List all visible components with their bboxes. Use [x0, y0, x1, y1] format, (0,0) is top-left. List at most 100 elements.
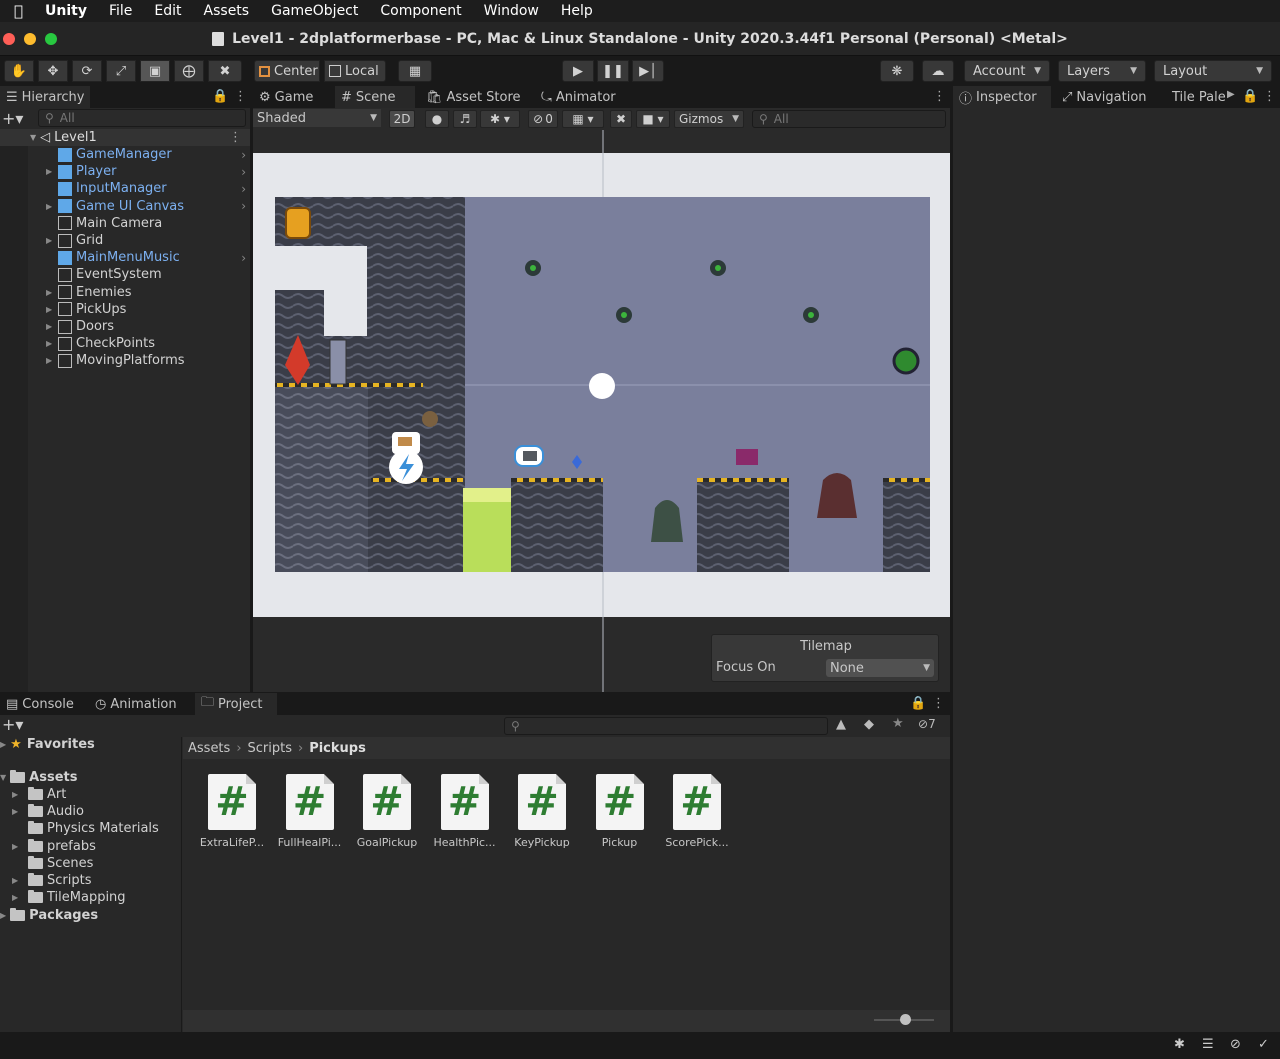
grid-visibility-icon[interactable]: ▦ ▾ — [562, 110, 604, 128]
tab-console[interactable]: ▤ Console — [0, 693, 90, 715]
pause-button[interactable]: ❚❚ — [597, 60, 629, 82]
fold-open-icon[interactable]: ▼ — [30, 133, 36, 142]
kebab-menu-icon[interactable]: ⋮ — [234, 89, 247, 104]
grid-snap-icon[interactable]: ▦ — [398, 60, 432, 82]
tree-folder[interactable]: ▶ Audio — [12, 803, 84, 820]
project-search-input[interactable]: ⚲ — [504, 717, 828, 735]
fold-closed-icon[interactable]: ▶ — [0, 911, 6, 920]
hierarchy-item[interactable]: ▶ Enemies — [0, 284, 250, 301]
cloud-icon[interactable]: ☁ — [922, 60, 954, 82]
apple-icon[interactable]:  — [14, 2, 23, 20]
tab-game[interactable]: ⚙ Game — [253, 86, 333, 108]
check-circle-icon[interactable]: ✓ — [1258, 1037, 1269, 1052]
filter-by-type-icon[interactable]: ▲ — [836, 717, 846, 732]
fold-closed-icon[interactable]: ▶ — [46, 167, 52, 176]
layout-dropdown[interactable]: Layout ▼ — [1154, 60, 1272, 82]
hierarchy-item[interactable]: ▶ Grid — [0, 232, 250, 249]
menu-edit[interactable]: Edit — [154, 3, 181, 19]
scene-search-input[interactable]: ⚲ All — [752, 110, 946, 128]
tree-assets[interactable]: ▼ Assets — [0, 769, 77, 786]
shading-dropdown[interactable]: Shaded ▼ — [253, 109, 381, 127]
hierarchy-item[interactable]: MainMenuMusic › — [0, 249, 250, 266]
move-tool-icon[interactable]: ✥ — [38, 60, 68, 82]
script-asset[interactable]: # KeyPickup — [507, 774, 577, 849]
filter-by-label-icon[interactable]: ◆ — [864, 717, 874, 732]
rect-tool-icon[interactable]: ▣ — [140, 60, 170, 82]
lighting-icon[interactable]: ● — [425, 110, 449, 128]
cache-icon[interactable]: ⊘ — [1230, 1037, 1241, 1052]
step-button[interactable]: ▶│ — [632, 60, 664, 82]
breadcrumb-assets[interactable]: Assets — [188, 741, 230, 756]
fold-open-icon[interactable]: ▼ — [0, 773, 6, 782]
tree-folder[interactable]: ▶ prefabs — [12, 838, 96, 855]
minimize-window-button[interactable] — [24, 33, 36, 45]
tree-packages[interactable]: ▶ Packages — [0, 907, 98, 924]
hierarchy-item[interactable]: Main Camera — [0, 215, 250, 232]
chevron-right-icon[interactable]: › — [241, 251, 246, 265]
fold-closed-icon[interactable]: ▶ — [0, 740, 6, 749]
toggle-2d-button[interactable]: 2D — [389, 110, 415, 128]
focus-on-dropdown[interactable]: None ▼ — [826, 659, 934, 677]
pivot-local-button[interactable]: Local — [324, 60, 386, 82]
transform-tool-icon[interactable]: ⨁ — [174, 60, 204, 82]
hierarchy-item[interactable]: ▶ Doors — [0, 318, 250, 335]
add-plus-icon[interactable]: +▾ — [2, 109, 23, 128]
menu-window[interactable]: Window — [484, 3, 539, 19]
effects-icon[interactable]: ✱ ▾ — [480, 110, 520, 128]
tree-folder[interactable]: ▶ TileMapping — [12, 889, 126, 906]
lock-icon[interactable]: 🔒 — [910, 696, 926, 711]
chevron-right-icon[interactable]: › — [241, 165, 246, 179]
maximize-window-button[interactable] — [45, 33, 57, 45]
play-button[interactable]: ▶ — [562, 60, 594, 82]
tab-animation[interactable]: ◷ Animation — [89, 693, 193, 715]
tab-inspector[interactable]: ⓘ Inspector — [953, 86, 1051, 108]
hierarchy-item[interactable]: ▶ Player › — [0, 163, 250, 180]
tab-project[interactable]: 🗀 Project — [195, 693, 277, 715]
hierarchy-item[interactable]: ▶ MovingPlatforms — [0, 352, 250, 369]
fold-closed-icon[interactable]: ▶ — [46, 339, 52, 348]
collab-icon[interactable]: ❋ — [880, 60, 914, 82]
fold-closed-icon[interactable]: ▶ — [46, 322, 52, 331]
tab-overflow-icon[interactable]: ▶ — [1227, 89, 1235, 100]
fold-closed-icon[interactable]: ▶ — [46, 202, 52, 211]
menu-gameobject[interactable]: GameObject — [271, 3, 358, 19]
fold-closed-icon[interactable]: ▶ — [12, 807, 28, 816]
breadcrumb-scripts[interactable]: Scripts — [248, 741, 292, 756]
hand-tool-icon[interactable]: ✋ — [4, 60, 34, 82]
kebab-menu-icon[interactable]: ⋮ — [229, 130, 242, 145]
hidden-objects-toggle[interactable]: ⊘ 0 — [528, 110, 558, 128]
tree-folder[interactable]: ▶ Scripts — [12, 872, 91, 889]
kebab-menu-icon[interactable]: ⋮ — [933, 89, 946, 104]
fold-closed-icon[interactable]: ▶ — [12, 876, 28, 885]
fold-closed-icon[interactable]: ▶ — [46, 236, 52, 245]
tab-asset-store[interactable]: 🛍 Asset Store — [420, 86, 530, 108]
fold-closed-icon[interactable]: ▶ — [12, 790, 28, 799]
custom-tool-icon[interactable]: ✖ — [208, 60, 242, 82]
hierarchy-item[interactable]: EventSystem — [0, 266, 250, 283]
script-asset[interactable]: # FullHealPi... — [275, 774, 345, 849]
hierarchy-item[interactable]: ▶ Game UI Canvas › — [0, 198, 250, 215]
camera-icon[interactable]: ■ ▾ — [636, 110, 670, 128]
audio-icon[interactable]: ♬ — [453, 110, 477, 128]
script-asset[interactable]: # ExtraLifeP... — [197, 774, 267, 849]
gizmos-dropdown[interactable]: Gizmos ▼ — [674, 110, 744, 128]
tab-navigation[interactable]: ⤢ Navigation — [1056, 86, 1168, 108]
tree-folder[interactable]: ▶ Art — [12, 786, 66, 803]
tools-icon[interactable]: ✖ — [610, 110, 632, 128]
tree-favorites[interactable]: ▶ ★ Favorites — [0, 736, 95, 753]
tab-animator[interactable]: ⤿ Animator — [535, 86, 625, 108]
hierarchy-item[interactable]: ▶ CheckPoints — [0, 335, 250, 352]
bug-icon[interactable]: ✱ — [1174, 1037, 1185, 1052]
account-dropdown[interactable]: Account ▼ — [964, 60, 1050, 82]
kebab-menu-icon[interactable]: ⋮ — [932, 696, 945, 711]
hidden-packages-toggle[interactable]: ⊘7 — [918, 717, 936, 731]
scale-tool-icon[interactable]: ⤢ — [106, 60, 136, 82]
slider-thumb[interactable] — [900, 1014, 911, 1025]
script-asset[interactable]: # HealthPic... — [430, 774, 500, 849]
rotate-tool-icon[interactable]: ⟳ — [72, 60, 102, 82]
fold-closed-icon[interactable]: ▶ — [46, 288, 52, 297]
layers-dropdown[interactable]: Layers ▼ — [1058, 60, 1146, 82]
tab-scene[interactable]: # Scene — [335, 86, 415, 108]
pivot-center-button[interactable]: Center — [254, 60, 320, 82]
lock-icon[interactable]: 🔒 — [1242, 89, 1258, 104]
